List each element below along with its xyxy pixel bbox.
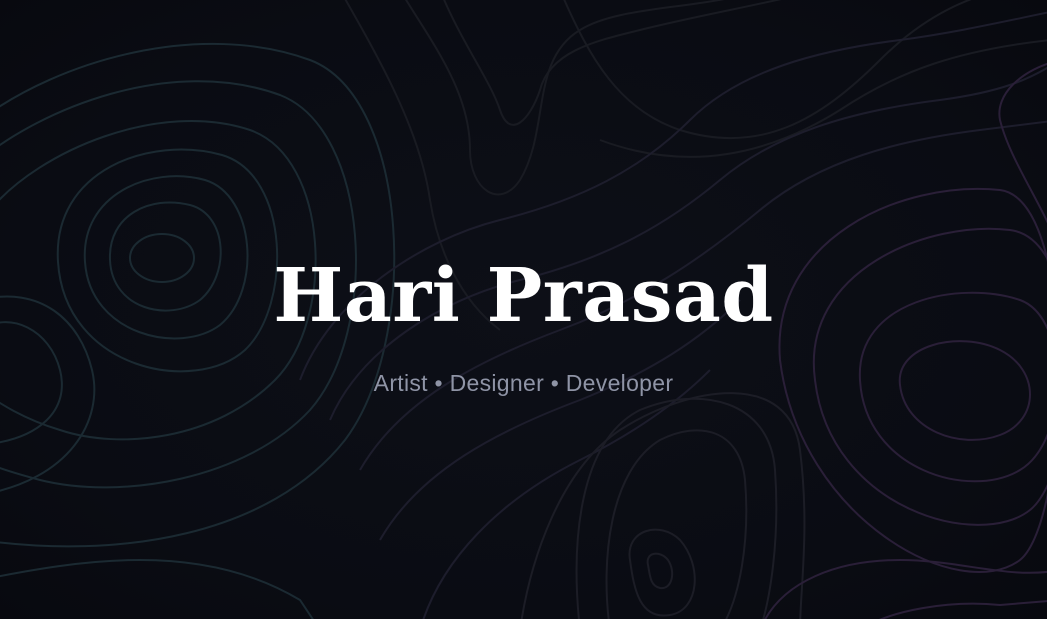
- hero-section: Hari Prasad Artist • Designer • Develope…: [0, 0, 1047, 619]
- hero-content: Hari Prasad Artist • Designer • Develope…: [0, 0, 1047, 619]
- hero-name: Hari Prasad: [273, 253, 774, 339]
- hero-tagline: Artist • Designer • Developer: [373, 370, 674, 396]
